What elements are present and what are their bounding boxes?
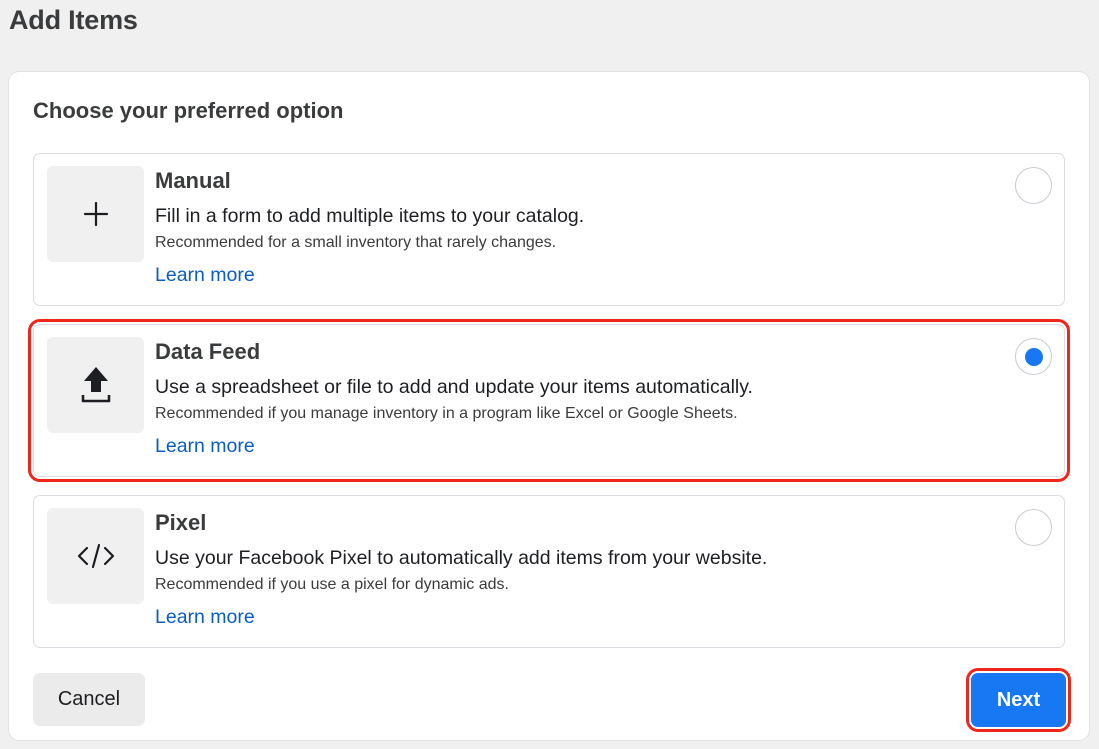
learn-more-link[interactable]: Learn more <box>155 264 255 287</box>
radio-manual[interactable] <box>1015 167 1052 204</box>
option-description: Fill in a form to add multiple items to … <box>155 205 585 227</box>
learn-more-link[interactable]: Learn more <box>155 435 255 458</box>
option-description: Use your Facebook Pixel to automatically… <box>155 547 768 569</box>
section-title: Choose your preferred option <box>33 98 344 123</box>
option-recommendation: Recommended if you manage inventory in a… <box>155 405 738 422</box>
option-data-feed[interactable]: Data Feed Use a spreadsheet or file to a… <box>28 319 1070 482</box>
plus-icon <box>47 166 144 262</box>
option-description: Use a spreadsheet or file to add and upd… <box>155 376 753 398</box>
page-title: Add Items <box>9 5 138 35</box>
option-title: Data Feed <box>155 339 261 364</box>
option-title: Manual <box>155 168 231 193</box>
radio-data-feed[interactable] <box>1015 338 1052 375</box>
cancel-button[interactable]: Cancel <box>33 673 145 726</box>
option-recommendation: Recommended if you use a pixel for dynam… <box>155 576 509 593</box>
next-button[interactable]: Next <box>966 668 1071 732</box>
learn-more-link[interactable]: Learn more <box>155 606 255 629</box>
add-items-panel: Choose your preferred option Manual Fill… <box>9 72 1089 740</box>
option-recommendation: Recommended for a small inventory that r… <box>155 234 557 251</box>
upload-icon <box>47 337 144 433</box>
option-pixel[interactable]: Pixel Use your Facebook Pixel to automat… <box>33 495 1065 648</box>
option-manual[interactable]: Manual Fill in a form to add multiple it… <box>33 153 1065 306</box>
radio-selected-dot <box>1024 347 1043 366</box>
code-icon <box>47 508 144 604</box>
radio-pixel[interactable] <box>1015 509 1052 546</box>
option-title: Pixel <box>155 510 207 535</box>
